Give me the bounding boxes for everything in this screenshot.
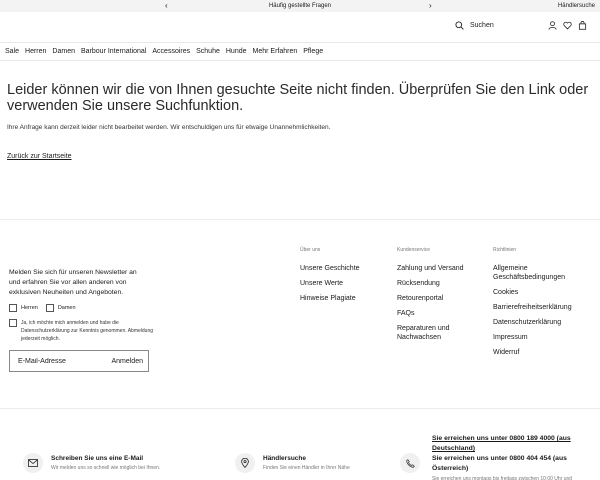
footer-heading-about: Über uns — [300, 247, 321, 253]
option-damen-label: Damen — [57, 305, 76, 311]
error-subtitle: Ihre Anfrage kann derzeit leider nicht b… — [7, 124, 331, 131]
search-icon — [455, 21, 464, 30]
nav-item-pflege[interactable]: Pflege — [303, 48, 323, 55]
footer-column-about: Über uns Unsere Geschichte Unsere Werte … — [300, 247, 360, 309]
bag-icon[interactable] — [578, 21, 587, 30]
footer-heading-service: Kundenservice — [397, 247, 431, 253]
section-divider-contact — [0, 408, 600, 409]
header-icons — [548, 21, 587, 30]
nav-item-sale[interactable]: Sale — [5, 48, 19, 55]
consent-checkbox[interactable] — [9, 319, 17, 327]
heart-icon[interactable] — [563, 21, 572, 30]
newsletter-gender-options: Herren Damen — [9, 304, 76, 312]
footer-link-plagiate[interactable]: Hinweise Plagiate — [300, 294, 360, 303]
top-dealer-search-link[interactable]: Händlersuche — [558, 3, 595, 9]
newsletter-consent: Ja, ich möchte mich anmelden und habe di… — [9, 319, 161, 343]
main-navigation: Sale Herren Damen Barbour International … — [0, 43, 600, 61]
nav-item-mehr-erfahren[interactable]: Mehr Erfahren — [253, 48, 298, 55]
top-utility-bar: ‹ Häufig gestellte Fragen › Händlersuche — [0, 0, 600, 12]
search-button[interactable]: Suchen — [455, 21, 494, 30]
footer-link-barrierefreiheit[interactable]: Barrierefreiheitserklärung — [493, 303, 583, 312]
phone-germany-link[interactable]: Sie erreichen uns unter 0800 189 4000 (a… — [432, 434, 592, 454]
footer-column-service: Kundenservice Zahlung und Versand Rückse… — [397, 247, 467, 348]
footer-link-faqs[interactable]: FAQs — [397, 309, 467, 318]
phone-hours-note: Sie erreichen uns montags bis freitags z… — [432, 476, 573, 480]
contact-dealer-text: Händlersuche Finden Sie einen Händler in… — [263, 453, 350, 471]
nav-item-schuhe[interactable]: Schuhe — [196, 48, 220, 55]
nav-item-accessoires[interactable]: Accessoires — [152, 48, 190, 55]
nav-item-damen[interactable]: Damen — [52, 48, 75, 55]
error-title: Leider können wir die von Ihnen gesuchte… — [7, 82, 589, 114]
phone-austria-link[interactable]: Sie erreichen uns unter 0800 404 454 (au… — [432, 454, 592, 474]
promo-faq-link[interactable]: Häufig gestellte Fragen — [0, 3, 600, 9]
newsletter-text: Melden Sie sich für unseren Newsletter a… — [9, 269, 137, 296]
user-icon[interactable] — [548, 21, 557, 30]
chevron-right-icon[interactable]: › — [429, 1, 432, 10]
location-pin-icon — [241, 458, 249, 468]
contact-phone-icon-block — [400, 453, 420, 473]
footer-link-retourenportal[interactable]: Retourenportal — [397, 294, 467, 303]
footer-link-zahlung[interactable]: Zahlung und Versand — [397, 264, 467, 273]
mail-icon — [28, 459, 38, 467]
phone-icon-wrap — [400, 453, 420, 473]
contact-phones: Sie erreichen uns unter 0800 189 4000 (a… — [432, 434, 592, 480]
footer-link-reparaturen[interactable]: Reparaturen und Nachwachsen — [397, 324, 467, 342]
footer-link-cookies[interactable]: Cookies — [493, 288, 583, 297]
contact-email[interactable]: Schreiben Sie uns eine E-Mail Wir melden… — [23, 453, 160, 473]
footer-column-legal: Richtlinien Allgemeine Geschäftsbedingun… — [493, 247, 583, 363]
phone-icon — [405, 458, 415, 468]
contact-dealer[interactable]: Händlersuche Finden Sie einen Händler in… — [235, 453, 350, 473]
footer-heading-legal: Richtlinien — [493, 247, 517, 253]
footer-link-impressum[interactable]: Impressum — [493, 333, 583, 342]
footer-link-datenschutz[interactable]: Datenschutzerklärung — [493, 318, 583, 327]
contact-email-desc: Wir melden uns so schnell wie möglich be… — [51, 465, 161, 471]
footer-link-geschichte[interactable]: Unsere Geschichte — [300, 264, 360, 273]
footer-link-agb[interactable]: Allgemeine Geschäftsbedingungen — [493, 264, 583, 282]
contact-dealer-title: Händlersuche — [263, 455, 306, 462]
email-input[interactable] — [18, 357, 98, 365]
contact-email-title: Schreiben Sie uns eine E-Mail — [51, 455, 144, 462]
mail-icon-wrap — [23, 453, 43, 473]
newsletter-email-form: Anmelden — [9, 350, 149, 372]
option-herren-label: Herren — [21, 305, 38, 311]
section-divider — [0, 219, 600, 220]
contact-email-text: Schreiben Sie uns eine E-Mail Wir melden… — [51, 453, 160, 471]
nav-item-barbour-international[interactable]: Barbour International — [81, 48, 146, 55]
subscribe-button[interactable]: Anmelden — [111, 358, 143, 365]
site-header: Suchen — [0, 12, 600, 43]
search-label: Suchen — [470, 22, 494, 29]
pin-icon-wrap — [235, 453, 255, 473]
footer-link-ruecksendung[interactable]: Rücksendung — [397, 279, 467, 288]
nav-item-herren[interactable]: Herren — [25, 48, 46, 55]
checkbox-damen[interactable] — [45, 304, 54, 312]
back-to-home-link[interactable]: Zurück zur Startseite — [7, 153, 72, 160]
consent-text: Ja, ich möchte mich anmelden und habe di… — [21, 320, 154, 342]
contact-dealer-desc: Finden Sie einen Händler in Ihrer Nähe — [263, 465, 350, 471]
footer-link-widerruf[interactable]: Widerruf — [493, 348, 583, 357]
nav-item-hunde[interactable]: Hunde — [226, 48, 247, 55]
footer-link-werte[interactable]: Unsere Werte — [300, 279, 360, 288]
checkbox-herren[interactable] — [9, 304, 17, 312]
